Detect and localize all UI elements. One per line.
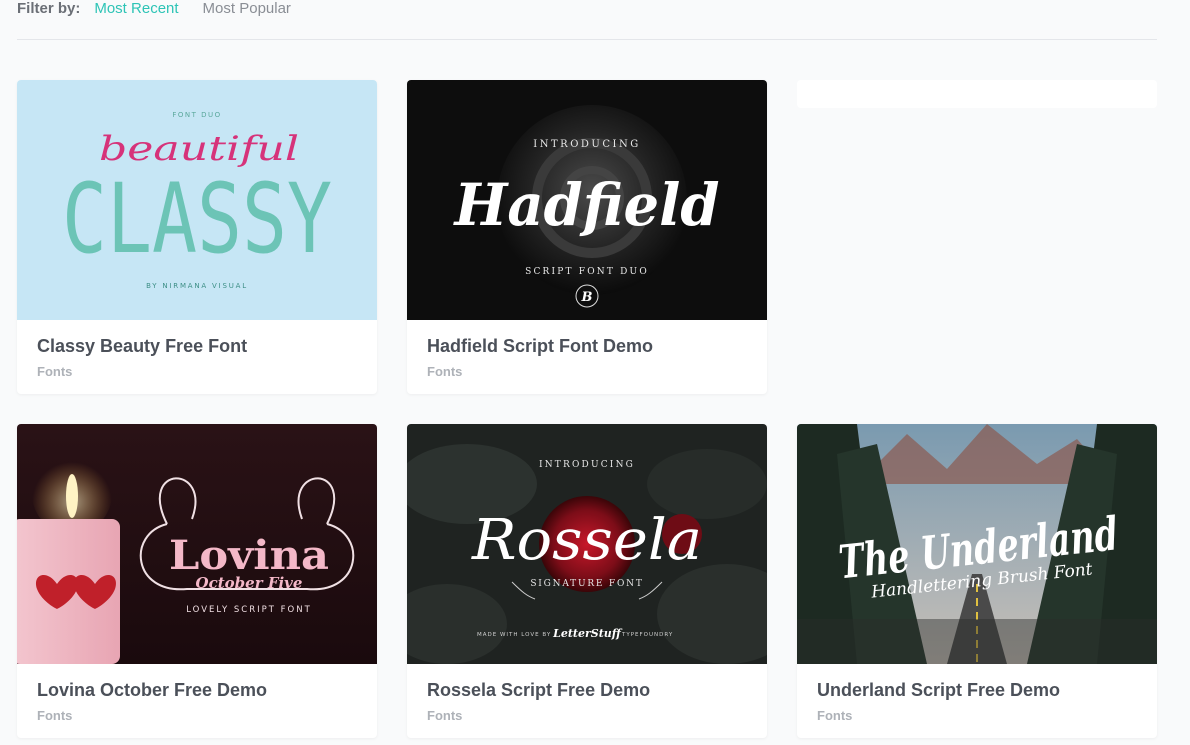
card-category[interactable]: Fonts — [37, 708, 357, 723]
card-body: Underland Script Free Demo Fonts — [797, 664, 1157, 738]
post-card[interactable]: The Underland Handlettering Brush Font U… — [797, 424, 1157, 738]
post-card[interactable]: INTRODUCING Rossela SIGNATURE FONT MADE … — [407, 424, 767, 738]
post-thumbnail[interactable]: INTRODUCING Hadfield SCRIPT FONT DUO B — [407, 80, 767, 320]
art-top-text: INTRODUCING — [533, 139, 640, 150]
art-script-text: beautiful — [99, 129, 299, 169]
filter-most-popular[interactable]: Most Popular — [203, 0, 291, 17]
card-body: Rossela Script Free Demo Fonts — [407, 664, 767, 738]
filter-most-recent[interactable]: Most Recent — [94, 0, 178, 17]
post-thumbnail[interactable]: FONT DUO CLASSY beautiful BY NIRMANA VIS… — [17, 80, 377, 320]
post-thumbnail[interactable]: INTRODUCING Rossela SIGNATURE FONT MADE … — [407, 424, 767, 664]
filter-divider — [17, 39, 1157, 40]
art-script-text: Lovina — [169, 532, 329, 579]
post-card[interactable]: FONT DUO CLASSY beautiful BY NIRMANA VIS… — [17, 80, 377, 394]
card-category[interactable]: Fonts — [427, 364, 747, 379]
art-bottom-text: LOVELY SCRIPT FONT — [186, 605, 312, 615]
art-foot-mid: LetterStuff — [552, 627, 623, 640]
art-bottom-text: SCRIPT FONT DUO — [525, 267, 649, 277]
post-card[interactable]: INTRODUCING Hadfield SCRIPT FONT DUO B H… — [407, 80, 767, 394]
art-foot-left: MADE WITH LOVE BY — [477, 632, 551, 638]
art-sub-text: SIGNATURE FONT — [530, 579, 643, 589]
art-sub-text: October Five — [196, 574, 303, 592]
loading-card-placeholder — [797, 80, 1157, 108]
art-script-text: Rossela — [471, 508, 702, 573]
card-category[interactable]: Fonts — [817, 708, 1137, 723]
card-category[interactable]: Fonts — [37, 364, 357, 379]
art-top-text: INTRODUCING — [539, 460, 635, 470]
card-category[interactable]: Fonts — [427, 708, 747, 723]
card-body: Hadfield Script Font Demo Fonts — [407, 320, 767, 394]
art-badge-text: B — [581, 290, 593, 305]
post-card[interactable]: Lovina October Five LOVELY SCRIPT FONT L… — [17, 424, 377, 738]
card-title[interactable]: Hadfield Script Font Demo — [427, 336, 747, 357]
art-foot-right: TYPEFOUNDRY — [621, 632, 673, 638]
card-title[interactable]: Lovina October Free Demo — [37, 680, 357, 701]
post-thumbnail[interactable]: The Underland Handlettering Brush Font — [797, 424, 1157, 664]
art-top-text: FONT DUO — [172, 111, 221, 119]
card-title[interactable]: Underland Script Free Demo — [817, 680, 1137, 701]
filter-bar: Filter by: Most Recent Most Popular — [17, 0, 315, 19]
art-bottom-text: BY NIRMANA VISUAL — [146, 282, 248, 290]
post-thumbnail[interactable]: Lovina October Five LOVELY SCRIPT FONT — [17, 424, 377, 664]
card-title[interactable]: Rossela Script Free Demo — [427, 680, 747, 701]
filter-label: Filter by: — [17, 0, 81, 17]
card-title[interactable]: Classy Beauty Free Font — [37, 336, 357, 357]
art-main-text: CLASSY — [62, 163, 332, 275]
card-body: Lovina October Free Demo Fonts — [17, 664, 377, 738]
card-body: Classy Beauty Free Font Fonts — [17, 320, 377, 394]
art-script-text: Hadfield — [453, 171, 720, 239]
